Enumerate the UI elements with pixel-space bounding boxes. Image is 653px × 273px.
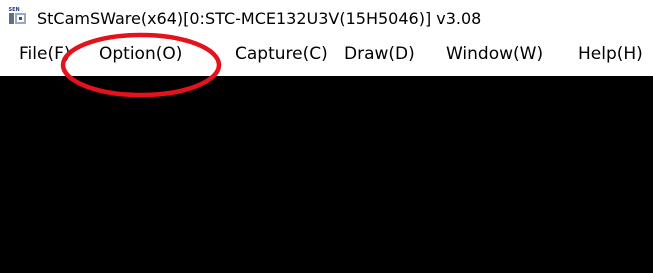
image-viewport[interactable] [0, 76, 653, 273]
camera-app-icon: SEN [8, 6, 27, 25]
menu-bar: File(F) Option(O) Capture(C) Draw(D) Win… [0, 36, 653, 76]
window-title: StCamSWare(x64)[0:STC-MCE132U3V(15H5046)… [37, 9, 482, 28]
menu-window[interactable]: Window(W) [446, 44, 543, 64]
title-bar: SEN StCamSWare(x64)[0:STC-MCE132U3V(15H5… [0, 0, 653, 36]
menu-file[interactable]: File(F) [19, 44, 71, 64]
menu-help[interactable]: Help(H) [578, 44, 643, 64]
menu-option[interactable]: Option(O) [99, 44, 182, 64]
menu-draw[interactable]: Draw(D) [344, 44, 415, 64]
app-window: SEN StCamSWare(x64)[0:STC-MCE132U3V(15H5… [0, 0, 653, 273]
menu-capture[interactable]: Capture(C) [235, 44, 328, 64]
svg-text:SEN: SEN [9, 7, 20, 13]
